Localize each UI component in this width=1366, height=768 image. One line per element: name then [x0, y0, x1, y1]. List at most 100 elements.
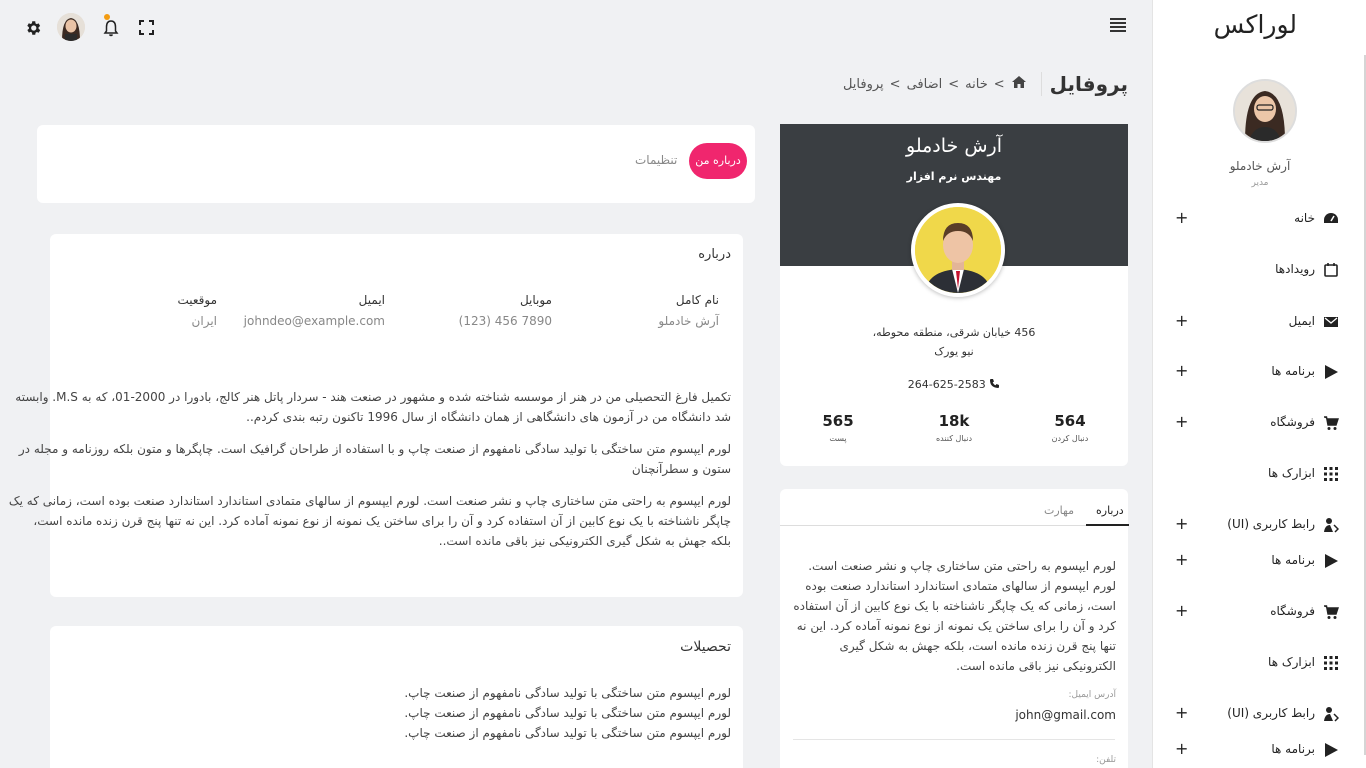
profile-photo: [911, 203, 1005, 297]
education-line: لورم ایپسوم متن ساختگی با تولید سادگی نا…: [404, 726, 731, 740]
apps-icon: [1323, 742, 1341, 760]
sidebar-avatar: [1233, 79, 1297, 143]
education-card: تحصیلات لورم ایپسوم متن ساختگی با تولید …: [50, 626, 743, 768]
user-avatar[interactable]: [57, 13, 85, 41]
breadcrumb: پروفایل > خانه > اضافی > پروفایل: [843, 72, 1128, 96]
calendar-icon: [1323, 262, 1341, 280]
about-card: درباره نام کامل آرش خادملو موبایل (123) …: [8, 234, 743, 597]
brand-logo[interactable]: لوراکس: [1214, 10, 1297, 39]
field-label-fullname: نام کامل: [675, 293, 719, 307]
menu-toggle-icon[interactable]: [1110, 18, 1126, 32]
cart-icon: [1323, 415, 1341, 433]
stat-following-label: دنبال کردن: [1051, 434, 1089, 443]
breadcrumb-sep: >: [948, 76, 960, 92]
ui-icon: [1323, 517, 1341, 535]
field-label-mobile: موبایل: [519, 293, 552, 307]
page-title: پروفایل: [1040, 72, 1128, 96]
sidebar-item-shop[interactable]: فروشگاه +: [1153, 598, 1366, 628]
about-paragraph-3: لورم ایپسوم به راحتی متن ساختاری چاپ و ن…: [8, 494, 731, 548]
about-card-title: درباره: [698, 247, 731, 262]
profile-address-line2: نیو یورک: [934, 345, 974, 358]
sidebar-item-label: برنامه ها: [1271, 553, 1315, 567]
sidebar-item-email[interactable]: ایمیل +: [1153, 308, 1366, 338]
widgets-icon: [1323, 655, 1341, 673]
sidebar-item-label: ابزارک ها: [1268, 466, 1315, 480]
profile-tabs-card: درباره من تنظیمات: [37, 125, 755, 203]
settings-icon[interactable]: [24, 19, 42, 37]
breadcrumb-extra[interactable]: اضافی: [907, 77, 943, 92]
sidebar-item-apps[interactable]: برنامه ها +: [1153, 358, 1366, 388]
field-label-email: ایمیل: [358, 293, 385, 307]
sidebar-item-label: ابزارک ها: [1268, 655, 1315, 669]
field-value-email: johndeo@example.com: [243, 314, 385, 328]
side-divider: [793, 739, 1115, 740]
sidebar-user-name: آرش خادملو: [1229, 159, 1291, 173]
expand-icon[interactable]: +: [1175, 514, 1188, 533]
sidebar-item-label: رابط کاربری (UI): [1227, 517, 1315, 531]
side-about-text: لورم ایپسوم به راحتی متن ساختاری چاپ و ن…: [793, 559, 1116, 673]
side-tabs-bar: [780, 525, 1128, 526]
sidebar-item-widgets[interactable]: ابزارک ها: [1153, 649, 1366, 679]
notification-dot: [104, 14, 110, 20]
top-bar: [0, 0, 1152, 56]
sidebar-item-ui[interactable]: رابط کاربری (UI) +: [1153, 511, 1366, 541]
stat-followers-count: 18k: [938, 412, 970, 430]
profile-phone: 264-625-2583: [780, 378, 1128, 392]
expand-icon[interactable]: +: [1175, 208, 1188, 227]
field-value-fullname: آرش خادملو: [658, 314, 719, 328]
profile-phone-number: 264-625-2583: [907, 378, 986, 391]
tab-settings[interactable]: تنظیمات: [635, 153, 677, 167]
sidebar-item-home[interactable]: خانه +: [1153, 205, 1366, 235]
education-line: لورم ایپسوم متن ساختگی با تولید سادگی نا…: [404, 686, 731, 700]
field-value-location: ایران: [191, 314, 217, 328]
stat-followers-label: دنبال کننده: [935, 434, 973, 443]
side-email-label: آدرس ایمیل:: [1068, 690, 1116, 700]
sidebar-item-widgets[interactable]: ابزارک ها: [1153, 460, 1366, 490]
profile-job-title: مهندس نرم افزار: [906, 170, 1002, 183]
breadcrumb-sep: >: [889, 76, 901, 92]
profile-name: آرش خادملو: [906, 135, 1002, 157]
side-tab-about[interactable]: درباره: [1096, 504, 1124, 517]
side-phone-label: تلفن:: [1096, 755, 1116, 765]
expand-icon[interactable]: +: [1175, 739, 1188, 758]
expand-icon[interactable]: +: [1175, 550, 1188, 569]
sidebar-item-label: فروشگاه: [1270, 415, 1315, 429]
ui-icon: [1323, 706, 1341, 724]
phone-icon: [989, 378, 1000, 392]
field-label-location: موقعیت: [177, 293, 217, 307]
side-tab-skills[interactable]: مهارت: [1044, 504, 1074, 517]
email-icon: [1323, 314, 1341, 332]
home-icon[interactable]: [1011, 75, 1027, 93]
bell-icon[interactable]: [103, 19, 119, 37]
sidebar-item-ui[interactable]: رابط کاربری (UI) +: [1153, 700, 1366, 730]
tab-about-me[interactable]: درباره من: [689, 143, 747, 179]
education-line: لورم ایپسوم متن ساختگی با تولید سادگی نا…: [404, 706, 731, 720]
sidebar-item-apps[interactable]: برنامه ها +: [1153, 736, 1366, 766]
sidebar-item-label: برنامه ها: [1271, 742, 1315, 756]
education-title: تحصیلات: [680, 639, 731, 655]
fullscreen-icon[interactable]: [139, 20, 154, 35]
stat-posts-count: 565: [822, 412, 854, 430]
expand-icon[interactable]: +: [1175, 703, 1188, 722]
sidebar-item-label: رویدادها: [1275, 262, 1315, 276]
sidebar-item-label: ایمیل: [1288, 314, 1315, 328]
about-paragraph-2: لورم ایپسوم متن ساختگی با تولید سادگی نا…: [18, 442, 731, 476]
cart-icon: [1323, 604, 1341, 622]
breadcrumb-home[interactable]: خانه: [965, 77, 988, 92]
sidebar-item-label: خانه: [1294, 211, 1315, 225]
expand-icon[interactable]: +: [1175, 601, 1188, 620]
expand-icon[interactable]: +: [1175, 311, 1188, 330]
sidebar-item-apps[interactable]: برنامه ها +: [1153, 547, 1366, 577]
expand-icon[interactable]: +: [1175, 412, 1188, 431]
apps-icon: [1323, 364, 1341, 382]
sidebar-item-label: برنامه ها: [1271, 364, 1315, 378]
breadcrumb-sep: >: [993, 76, 1005, 92]
about-paragraph-1: تکمیل فارغ التحصیلی من در هنر از موسسه ش…: [15, 390, 731, 424]
dashboard-icon: [1323, 211, 1341, 229]
side-tab-active-underline: [1086, 524, 1129, 526]
sidebar-item-events[interactable]: رویدادها: [1153, 256, 1366, 286]
side-email-value: john@gmail.com: [1015, 708, 1116, 722]
expand-icon[interactable]: +: [1175, 361, 1188, 380]
sidebar-item-shop[interactable]: فروشگاه +: [1153, 409, 1366, 439]
breadcrumb-current: پروفایل: [842, 76, 884, 92]
